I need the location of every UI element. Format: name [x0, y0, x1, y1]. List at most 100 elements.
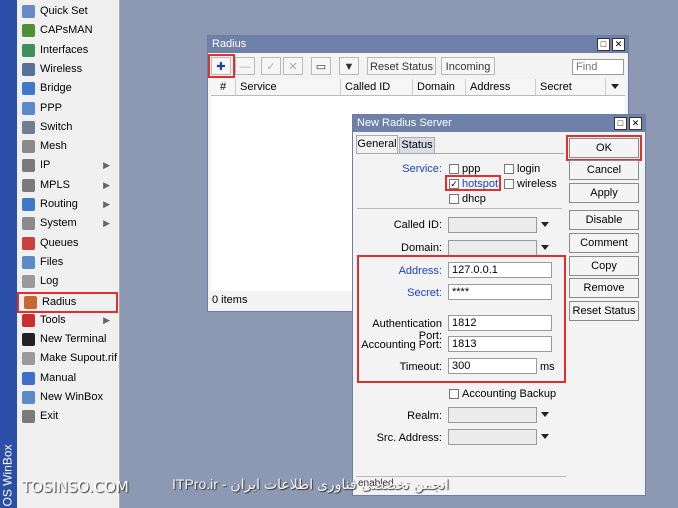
src-address-dropdown-icon[interactable] — [541, 434, 549, 439]
sidebar-item-new-winbox[interactable]: New WinBox — [17, 388, 118, 407]
column-address[interactable]: Address — [466, 79, 536, 95]
queues-icon — [22, 236, 35, 250]
sidebar-item-label: Radius — [42, 295, 77, 308]
find-input[interactable] — [572, 59, 624, 75]
add-button-highlight — [208, 54, 235, 78]
sidebar-item-log[interactable]: Log — [17, 272, 118, 291]
domain-label: Domain: — [401, 242, 442, 254]
sidebar-item-ip[interactable]: IP ▶ — [17, 156, 118, 175]
remove-button[interactable]: — — [235, 57, 255, 75]
capsman-icon — [22, 24, 35, 38]
sidebar-item-files[interactable]: Files — [17, 253, 118, 272]
sidebar-item-bridge[interactable]: Bridge — [17, 79, 118, 98]
ppp-label: ppp — [462, 163, 481, 175]
sidebar-item-switch[interactable]: Switch — [17, 118, 118, 137]
enable-button[interactable]: ✓ — [261, 57, 281, 75]
acct-port-input[interactable]: 1813 — [448, 336, 552, 352]
submenu-arrow-icon: ▶ — [103, 314, 110, 325]
ppp-checkbox[interactable] — [449, 164, 459, 174]
ok-button-highlight — [566, 135, 642, 161]
dialog-titlebar[interactable]: New Radius Server □ ✕ — [353, 115, 645, 132]
sidebar-item-label: New WinBox — [40, 391, 103, 403]
sidebar-item-quick-set[interactable]: Quick Set — [17, 2, 118, 21]
sidebar-item-mpls[interactable]: MPLS ▶ — [17, 176, 118, 195]
sidebar-item-new-terminal[interactable]: New Terminal — [17, 330, 118, 349]
hotspot-highlight — [445, 175, 501, 191]
secret-input[interactable]: **** — [448, 284, 552, 300]
sidebar-item-manual[interactable]: Manual — [17, 369, 118, 388]
column-domain[interactable]: Domain — [413, 79, 466, 95]
radius-window-titlebar[interactable]: Radius □ ✕ — [208, 36, 628, 53]
quick-set-icon — [22, 5, 35, 18]
column-secret[interactable]: Secret — [536, 79, 606, 95]
sidebar-item-capsman[interactable]: CAPsMAN — [17, 21, 118, 40]
disable-button[interactable]: Disable — [569, 210, 639, 230]
timeout-unit: ms — [540, 361, 555, 373]
domain-dropdown-icon[interactable] — [541, 245, 549, 250]
accounting-backup-checkbox[interactable] — [449, 389, 459, 399]
column-service[interactable]: Service — [236, 79, 341, 95]
columns-dropdown-icon[interactable] — [611, 84, 619, 89]
item-count: 0 items — [212, 294, 248, 306]
auth-port-input[interactable]: 1812 — [448, 315, 552, 331]
dialog-maximize-icon[interactable]: □ — [614, 117, 627, 130]
sidebar-item-label: Exit — [40, 410, 59, 423]
radius-window-title: Radius — [212, 38, 247, 50]
column-called-id[interactable]: Called ID — [341, 79, 413, 95]
maximize-icon[interactable]: □ — [597, 38, 610, 51]
sidebar-item-label: CAPsMAN — [40, 24, 93, 37]
realm-dropdown-icon[interactable] — [541, 412, 549, 417]
sidebar-item-label: PPP — [40, 101, 63, 114]
sidebar-item-interfaces[interactable]: Interfaces — [17, 41, 118, 60]
reset-status-button[interactable]: Reset Status — [367, 57, 436, 75]
sidebar-item-tools[interactable]: Tools ▶ — [17, 311, 118, 330]
exit-icon — [22, 410, 35, 424]
realm-input[interactable] — [448, 407, 537, 423]
acct-port-label: Accounting Port: — [361, 339, 442, 351]
terminal-icon — [22, 333, 35, 347]
called-id-label: Called ID: — [393, 219, 442, 231]
close-icon[interactable]: ✕ — [612, 38, 625, 51]
domain-input[interactable] — [448, 240, 537, 256]
sidebar-item-system[interactable]: System ▶ — [17, 214, 118, 233]
sidebar-item-label: Bridge — [40, 82, 72, 95]
log-icon — [22, 275, 35, 289]
login-checkbox[interactable] — [504, 164, 514, 174]
wireless-checkbox[interactable] — [504, 179, 514, 189]
sidebar-item-routing[interactable]: Routing ▶ — [17, 195, 118, 214]
apply-button[interactable]: Apply — [569, 183, 639, 203]
filter-button[interactable]: ▼ — [339, 57, 359, 75]
sidebar-item-queues[interactable]: Queues — [17, 234, 118, 253]
mesh-icon — [22, 140, 35, 154]
tab-general[interactable]: General — [356, 135, 398, 153]
called-id-input[interactable] — [448, 217, 537, 233]
address-input[interactable]: 127.0.0.1 — [448, 262, 552, 278]
remove-button[interactable]: Remove — [569, 278, 639, 298]
sidebar-item-mesh[interactable]: Mesh — [17, 137, 118, 156]
sidebar-item-exit[interactable]: Exit — [17, 407, 118, 426]
tab-status[interactable]: Status — [399, 137, 435, 154]
sidebar-item-label: Files — [40, 255, 64, 268]
routing-icon — [22, 198, 35, 211]
called-id-dropdown-icon[interactable] — [541, 222, 549, 227]
ppp-icon — [22, 101, 35, 115]
incoming-button[interactable]: Incoming — [441, 57, 495, 75]
dialog-close-icon[interactable]: ✕ — [629, 117, 642, 130]
dialog-title: New Radius Server — [357, 117, 452, 129]
sidebar-item-radius[interactable]: Radius — [17, 291, 118, 313]
comment-button[interactable]: ▭ — [311, 57, 331, 75]
reset-status-button[interactable]: Reset Status — [569, 301, 639, 321]
sidebar-item-make-supout-rif[interactable]: Make Supout.rif — [17, 349, 118, 368]
dhcp-checkbox[interactable] — [449, 194, 459, 204]
sidebar-item-wireless[interactable]: Wireless — [17, 60, 118, 79]
column-number[interactable]: # — [211, 79, 236, 95]
copy-button[interactable]: Copy — [569, 256, 639, 276]
comment-button[interactable]: Comment — [569, 233, 639, 253]
cancel-button[interactable]: Cancel — [569, 160, 639, 180]
login-label: login — [517, 163, 541, 175]
sidebar-item-label: New Terminal — [40, 333, 107, 346]
timeout-input[interactable]: 300 — [448, 358, 537, 374]
src-address-input[interactable] — [448, 429, 537, 445]
sidebar-item-ppp[interactable]: PPP — [17, 99, 118, 118]
disable-button[interactable]: ✕ — [283, 57, 303, 75]
